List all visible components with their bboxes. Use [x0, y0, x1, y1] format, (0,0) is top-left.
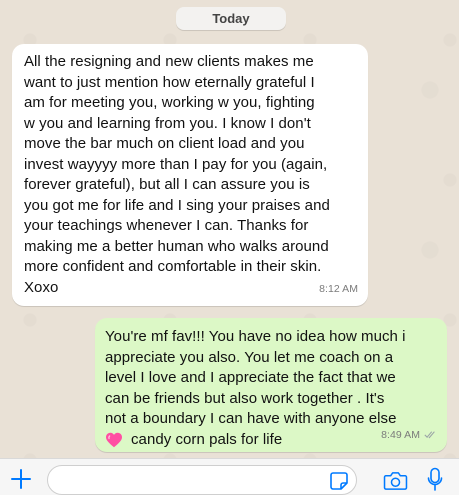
chat-area: Today All the resigning and new clients … [0, 0, 459, 458]
incoming-message-bubble[interactable]: All the resigning and new clients makes … [12, 44, 368, 306]
outgoing-message-bubble[interactable]: You're mf fav!!! You have no idea how mu… [95, 318, 447, 452]
message-text: All the resigning and new clients makes … [24, 53, 330, 296]
message-text-last-line: candy corn pals for life [131, 430, 283, 448]
sticker-icon[interactable] [329, 471, 349, 491]
message-text: You're mf fav!!! You have no idea how mu… [105, 328, 406, 427]
camera-icon[interactable] [383, 470, 408, 491]
date-separator: Today [176, 7, 286, 30]
double-check-icon [424, 431, 435, 439]
message-meta: 8:12 AM [319, 279, 358, 300]
mic-icon[interactable] [427, 467, 443, 493]
message-time: 8:12 AM [319, 282, 358, 295]
message-meta: 8:49 AM [381, 425, 437, 446]
message-time: 8:49 AM [381, 428, 420, 441]
message-input[interactable] [47, 465, 357, 495]
plus-icon[interactable] [10, 468, 32, 490]
pink-heart-icon [106, 432, 122, 448]
message-input-bar [0, 458, 459, 495]
